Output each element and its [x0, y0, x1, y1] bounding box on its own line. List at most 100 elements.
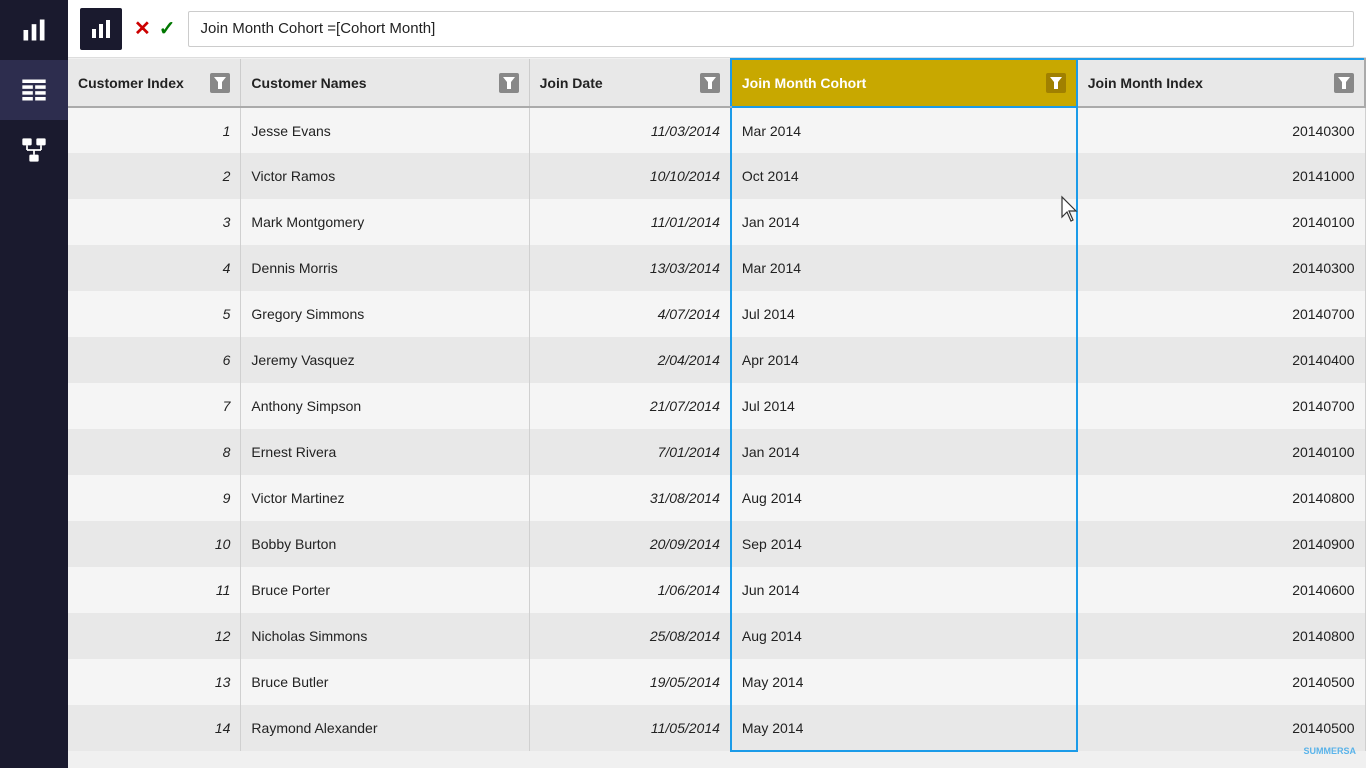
formula-text-plain: Join Month Cohort =: [201, 20, 337, 37]
cell-customer-index: 14: [68, 705, 241, 751]
cell-customer-names: Jesse Evans: [241, 107, 529, 153]
cell-join-month-index: 20140100: [1077, 429, 1365, 475]
cell-join-month-cohort: Jun 2014: [731, 567, 1077, 613]
table-row[interactable]: 5Gregory Simmons4/07/2014Jul 20142014070…: [68, 291, 1365, 337]
table-row[interactable]: 4Dennis Morris13/03/2014Mar 201420140300: [68, 245, 1365, 291]
col-join-month-cohort-label: Join Month Cohort: [742, 75, 866, 91]
table-row[interactable]: 1Jesse Evans11/03/2014Mar 201420140300: [68, 107, 1365, 153]
cell-customer-index: 13: [68, 659, 241, 705]
cell-join-month-index: 20141000: [1077, 153, 1365, 199]
col-customer-index-label: Customer Index: [78, 75, 184, 91]
formula-actions: ✕ ✓: [134, 19, 176, 39]
col-customer-index[interactable]: Customer Index: [68, 59, 241, 107]
table-body: 1Jesse Evans11/03/2014Mar 2014201403002V…: [68, 107, 1365, 751]
chart-bar-sidebar-icon[interactable]: [0, 0, 68, 60]
cell-join-date: 1/06/2014: [529, 567, 731, 613]
cell-customer-index: 2: [68, 153, 241, 199]
cell-join-date: 2/04/2014: [529, 337, 731, 383]
col-customer-names[interactable]: Customer Names: [241, 59, 529, 107]
cell-customer-names: Jeremy Vasquez: [241, 337, 529, 383]
cell-join-month-cohort: Sep 2014: [731, 521, 1077, 567]
cell-join-month-index: 20140800: [1077, 613, 1365, 659]
cell-customer-names: Gregory Simmons: [241, 291, 529, 337]
cell-join-month-index: 20140700: [1077, 383, 1365, 429]
table-row[interactable]: 6Jeremy Vasquez2/04/2014Apr 201420140400: [68, 337, 1365, 383]
cell-join-month-cohort: Aug 2014: [731, 613, 1077, 659]
cell-join-month-cohort: Mar 2014: [731, 107, 1077, 153]
col-join-date-label: Join Date: [540, 75, 603, 91]
formula-text-bracket: [Cohort Month]: [336, 20, 435, 37]
table-row[interactable]: 8Ernest Rivera7/01/2014Jan 201420140100: [68, 429, 1365, 475]
cell-join-month-cohort: Jan 2014: [731, 199, 1077, 245]
cell-join-month-index: 20140700: [1077, 291, 1365, 337]
filter-customer-index[interactable]: [210, 73, 230, 93]
filter-join-month-cohort[interactable]: [1046, 73, 1066, 93]
cell-join-month-cohort: May 2014: [731, 705, 1077, 751]
cell-join-month-index: 20140900: [1077, 521, 1365, 567]
cell-join-month-index: 20140800: [1077, 475, 1365, 521]
table-row[interactable]: 12Nicholas Simmons25/08/2014Aug 20142014…: [68, 613, 1365, 659]
table-row[interactable]: 13Bruce Butler19/05/2014May 201420140500: [68, 659, 1365, 705]
cell-customer-index: 1: [68, 107, 241, 153]
table-header-row: Customer Index Customer Names: [68, 59, 1365, 107]
table-row[interactable]: 10Bobby Burton20/09/2014Sep 201420140900: [68, 521, 1365, 567]
cell-join-date: 7/01/2014: [529, 429, 731, 475]
cell-customer-index: 3: [68, 199, 241, 245]
col-join-month-index[interactable]: Join Month Index: [1077, 59, 1365, 107]
col-join-month-index-label: Join Month Index: [1088, 75, 1203, 91]
table-sidebar-icon[interactable]: [0, 60, 68, 120]
table-row[interactable]: 14Raymond Alexander11/05/2014May 2014201…: [68, 705, 1365, 751]
cell-join-date: 4/07/2014: [529, 291, 731, 337]
cell-join-month-index: 20140100: [1077, 199, 1365, 245]
cancel-button[interactable]: ✕: [134, 19, 151, 39]
cell-join-month-cohort: Jul 2014: [731, 291, 1077, 337]
diagram-sidebar-icon[interactable]: [0, 120, 68, 180]
cell-join-month-cohort: Jul 2014: [731, 383, 1077, 429]
cell-join-date: 11/01/2014: [529, 199, 731, 245]
col-join-month-cohort[interactable]: Join Month Cohort: [731, 59, 1077, 107]
formula-input-display[interactable]: Join Month Cohort = [Cohort Month]: [188, 11, 1354, 47]
cell-join-date: 13/03/2014: [529, 245, 731, 291]
cell-customer-index: 6: [68, 337, 241, 383]
cell-join-month-cohort: Aug 2014: [731, 475, 1077, 521]
cell-join-date: 20/09/2014: [529, 521, 731, 567]
filter-join-month-index[interactable]: [1334, 73, 1354, 93]
cell-customer-index: 12: [68, 613, 241, 659]
cell-join-month-index: 20140300: [1077, 107, 1365, 153]
cell-join-date: 21/07/2014: [529, 383, 731, 429]
table-row[interactable]: 7Anthony Simpson21/07/2014Jul 2014201407…: [68, 383, 1365, 429]
cell-join-month-cohort: Oct 2014: [731, 153, 1077, 199]
cell-join-month-index: 20140300: [1077, 245, 1365, 291]
cell-customer-index: 4: [68, 245, 241, 291]
cell-customer-names: Raymond Alexander: [241, 705, 529, 751]
col-customer-names-label: Customer Names: [251, 75, 366, 91]
confirm-button[interactable]: ✓: [159, 19, 176, 39]
cell-join-month-index: 20140500: [1077, 659, 1365, 705]
filter-customer-names[interactable]: [499, 73, 519, 93]
table-container: Customer Index Customer Names: [68, 58, 1366, 768]
cell-join-month-index: 20140600: [1077, 567, 1365, 613]
cell-customer-names: Victor Ramos: [241, 153, 529, 199]
filter-join-date[interactable]: [700, 73, 720, 93]
watermark: SUMMERSA: [1303, 746, 1356, 756]
data-table: Customer Index Customer Names: [68, 58, 1366, 752]
cell-join-month-cohort: Jan 2014: [731, 429, 1077, 475]
main-area: ✕ ✓ Join Month Cohort = [Cohort Month] C…: [68, 0, 1366, 768]
cell-customer-index: 11: [68, 567, 241, 613]
col-join-date[interactable]: Join Date: [529, 59, 731, 107]
table-row[interactable]: 3Mark Montgomery11/01/2014Jan 2014201401…: [68, 199, 1365, 245]
cell-customer-names: Bobby Burton: [241, 521, 529, 567]
cell-customer-names: Dennis Morris: [241, 245, 529, 291]
table-row[interactable]: 9Victor Martinez31/08/2014Aug 2014201408…: [68, 475, 1365, 521]
sidebar: [0, 0, 68, 768]
cell-customer-index: 8: [68, 429, 241, 475]
cell-join-month-cohort: Apr 2014: [731, 337, 1077, 383]
cell-customer-index: 10: [68, 521, 241, 567]
table-row[interactable]: 11Bruce Porter1/06/2014Jun 201420140600: [68, 567, 1365, 613]
cell-customer-names: Bruce Butler: [241, 659, 529, 705]
cell-customer-names: Mark Montgomery: [241, 199, 529, 245]
cell-customer-names: Victor Martinez: [241, 475, 529, 521]
cell-join-month-cohort: Mar 2014: [731, 245, 1077, 291]
cell-join-month-index: 20140400: [1077, 337, 1365, 383]
table-row[interactable]: 2Victor Ramos10/10/2014Oct 201420141000: [68, 153, 1365, 199]
